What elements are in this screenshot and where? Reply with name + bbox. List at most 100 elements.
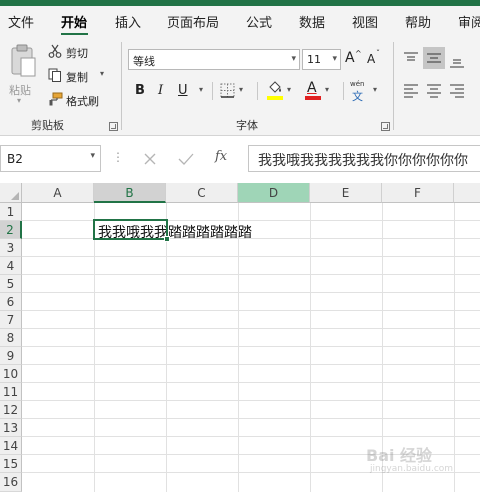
row-header-15[interactable]: 15: [0, 455, 22, 473]
select-all-button[interactable]: [0, 183, 22, 203]
column-header-a[interactable]: A: [22, 183, 94, 203]
font-launcher-icon[interactable]: [381, 122, 390, 131]
copy-button[interactable]: 复制 ▾: [48, 67, 118, 85]
font-size-select[interactable]: 11 ▾: [302, 49, 341, 70]
column-header-f[interactable]: F: [382, 183, 454, 203]
row-header-14[interactable]: 14: [0, 437, 22, 455]
align-bottom-icon[interactable]: [449, 53, 465, 69]
row-header-1[interactable]: 1: [0, 203, 22, 221]
gridline: [22, 328, 480, 329]
tab-view[interactable]: 视图: [352, 12, 378, 31]
row-header-8[interactable]: 8: [0, 329, 22, 347]
font-name-value: 等线: [133, 55, 155, 68]
insert-function-button[interactable]: fx: [215, 149, 227, 164]
row-header-6[interactable]: 6: [0, 293, 22, 311]
tab-home[interactable]: 开始: [61, 12, 87, 31]
gridline: [22, 220, 480, 221]
gridline: [22, 256, 480, 257]
tab-insert[interactable]: 插入: [115, 12, 141, 31]
cancel-icon[interactable]: [143, 152, 157, 166]
underline-button[interactable]: U: [178, 83, 188, 98]
font-color-button[interactable]: A ▾: [305, 80, 337, 101]
row-header-4[interactable]: 4: [0, 257, 22, 275]
borders-button[interactable]: ▾: [220, 82, 250, 100]
gridline: [94, 203, 95, 492]
align-center-icon[interactable]: [426, 82, 442, 98]
tab-data[interactable]: 数据: [299, 12, 325, 31]
ribbon-tabs: 文件 开始 插入 页面布局 公式 数据 视图 帮助 审阅: [0, 6, 480, 36]
bold-button[interactable]: B: [135, 83, 145, 98]
row-header-16[interactable]: 16: [0, 473, 22, 492]
ribbon-separator: [343, 82, 344, 100]
copy-dropdown-icon[interactable]: ▾: [100, 69, 104, 78]
ribbon-separator: [257, 82, 258, 100]
paste-icon: [11, 44, 36, 77]
tab-file[interactable]: 文件: [8, 12, 34, 31]
phonetic-icon: 文: [352, 90, 363, 103]
row-header-2[interactable]: 2: [0, 221, 22, 239]
formula-input[interactable]: 我我哦我我我我我我你你你你你你: [248, 145, 480, 172]
tab-formulas[interactable]: 公式: [246, 12, 272, 31]
chevron-down-icon: ▾: [239, 85, 244, 94]
row-header-7[interactable]: 7: [0, 311, 22, 329]
name-box[interactable]: B2 ▾: [0, 145, 101, 172]
watermark-text: Bai 经验: [366, 446, 433, 465]
font-color-swatch: [305, 96, 321, 100]
chevron-down-icon: ▾: [291, 54, 296, 64]
fill-color-button[interactable]: ▾: [267, 81, 299, 101]
chevron-down-icon: ▾: [332, 54, 337, 64]
column-header-d[interactable]: D: [238, 183, 310, 203]
paste-dropdown-icon[interactable]: ▾: [17, 96, 21, 105]
font-group-label: 字体: [236, 119, 258, 132]
tab-review[interactable]: 审阅: [458, 12, 480, 31]
font-size-value: 11: [307, 53, 321, 66]
vertical-dots-icon[interactable]: ⋮: [112, 150, 124, 164]
chevron-down-icon: ▾: [373, 85, 378, 94]
row-header-13[interactable]: 13: [0, 419, 22, 437]
borders-icon: [220, 83, 235, 98]
font-name-select[interactable]: 等线 ▾: [128, 49, 300, 70]
format-painter-button[interactable]: 格式刷: [48, 91, 108, 109]
clipboard-launcher-icon[interactable]: [109, 122, 118, 131]
cut-label: 剪切: [66, 47, 88, 60]
tab-help[interactable]: 帮助: [405, 12, 431, 31]
gridline: [22, 292, 480, 293]
align-top-icon[interactable]: [403, 51, 419, 67]
underline-dropdown-icon[interactable]: ▾: [199, 85, 203, 94]
paste-button[interactable]: 粘贴 ▾: [6, 42, 40, 105]
gridline: [22, 436, 480, 437]
row-header-5[interactable]: 5: [0, 275, 22, 293]
copy-icon: [48, 68, 61, 82]
scissors-icon: [48, 44, 62, 58]
ribbon-separator: [393, 42, 394, 130]
grow-font-button[interactable]: A ^: [345, 49, 362, 68]
align-right-icon[interactable]: [449, 82, 465, 98]
watermark-logo: Bai 经验 jingyan.baidu.com: [360, 438, 476, 484]
name-box-value: B2: [7, 152, 23, 166]
row-header-10[interactable]: 10: [0, 365, 22, 383]
column-header-b[interactable]: B: [94, 183, 166, 203]
cut-button[interactable]: 剪切: [48, 43, 98, 61]
row-header-11[interactable]: 11: [0, 383, 22, 401]
ribbon-separator: [212, 82, 213, 100]
tab-page-layout[interactable]: 页面布局: [167, 12, 219, 31]
caret-up-icon: ^: [355, 49, 362, 58]
column-header-g[interactable]: [454, 183, 480, 203]
gridline: [166, 203, 167, 492]
gridline: [22, 274, 480, 275]
enter-check-icon[interactable]: [178, 152, 194, 166]
active-cell-b2[interactable]: [93, 219, 168, 240]
row-header-9[interactable]: 9: [0, 347, 22, 365]
fill-handle[interactable]: [164, 236, 170, 242]
row-header-3[interactable]: 3: [0, 239, 22, 257]
align-middle-button[interactable]: [423, 47, 445, 69]
shrink-font-button[interactable]: A ˇ: [367, 49, 384, 68]
column-header-e[interactable]: E: [310, 183, 382, 203]
paint-bucket-icon: [269, 81, 281, 93]
phonetic-guide-button[interactable]: wén 文 ▾: [350, 80, 382, 103]
chevron-down-icon: ▾: [325, 85, 330, 94]
row-header-12[interactable]: 12: [0, 401, 22, 419]
align-left-icon[interactable]: [403, 82, 419, 98]
italic-button[interactable]: I: [158, 83, 163, 98]
column-header-c[interactable]: C: [166, 183, 238, 203]
